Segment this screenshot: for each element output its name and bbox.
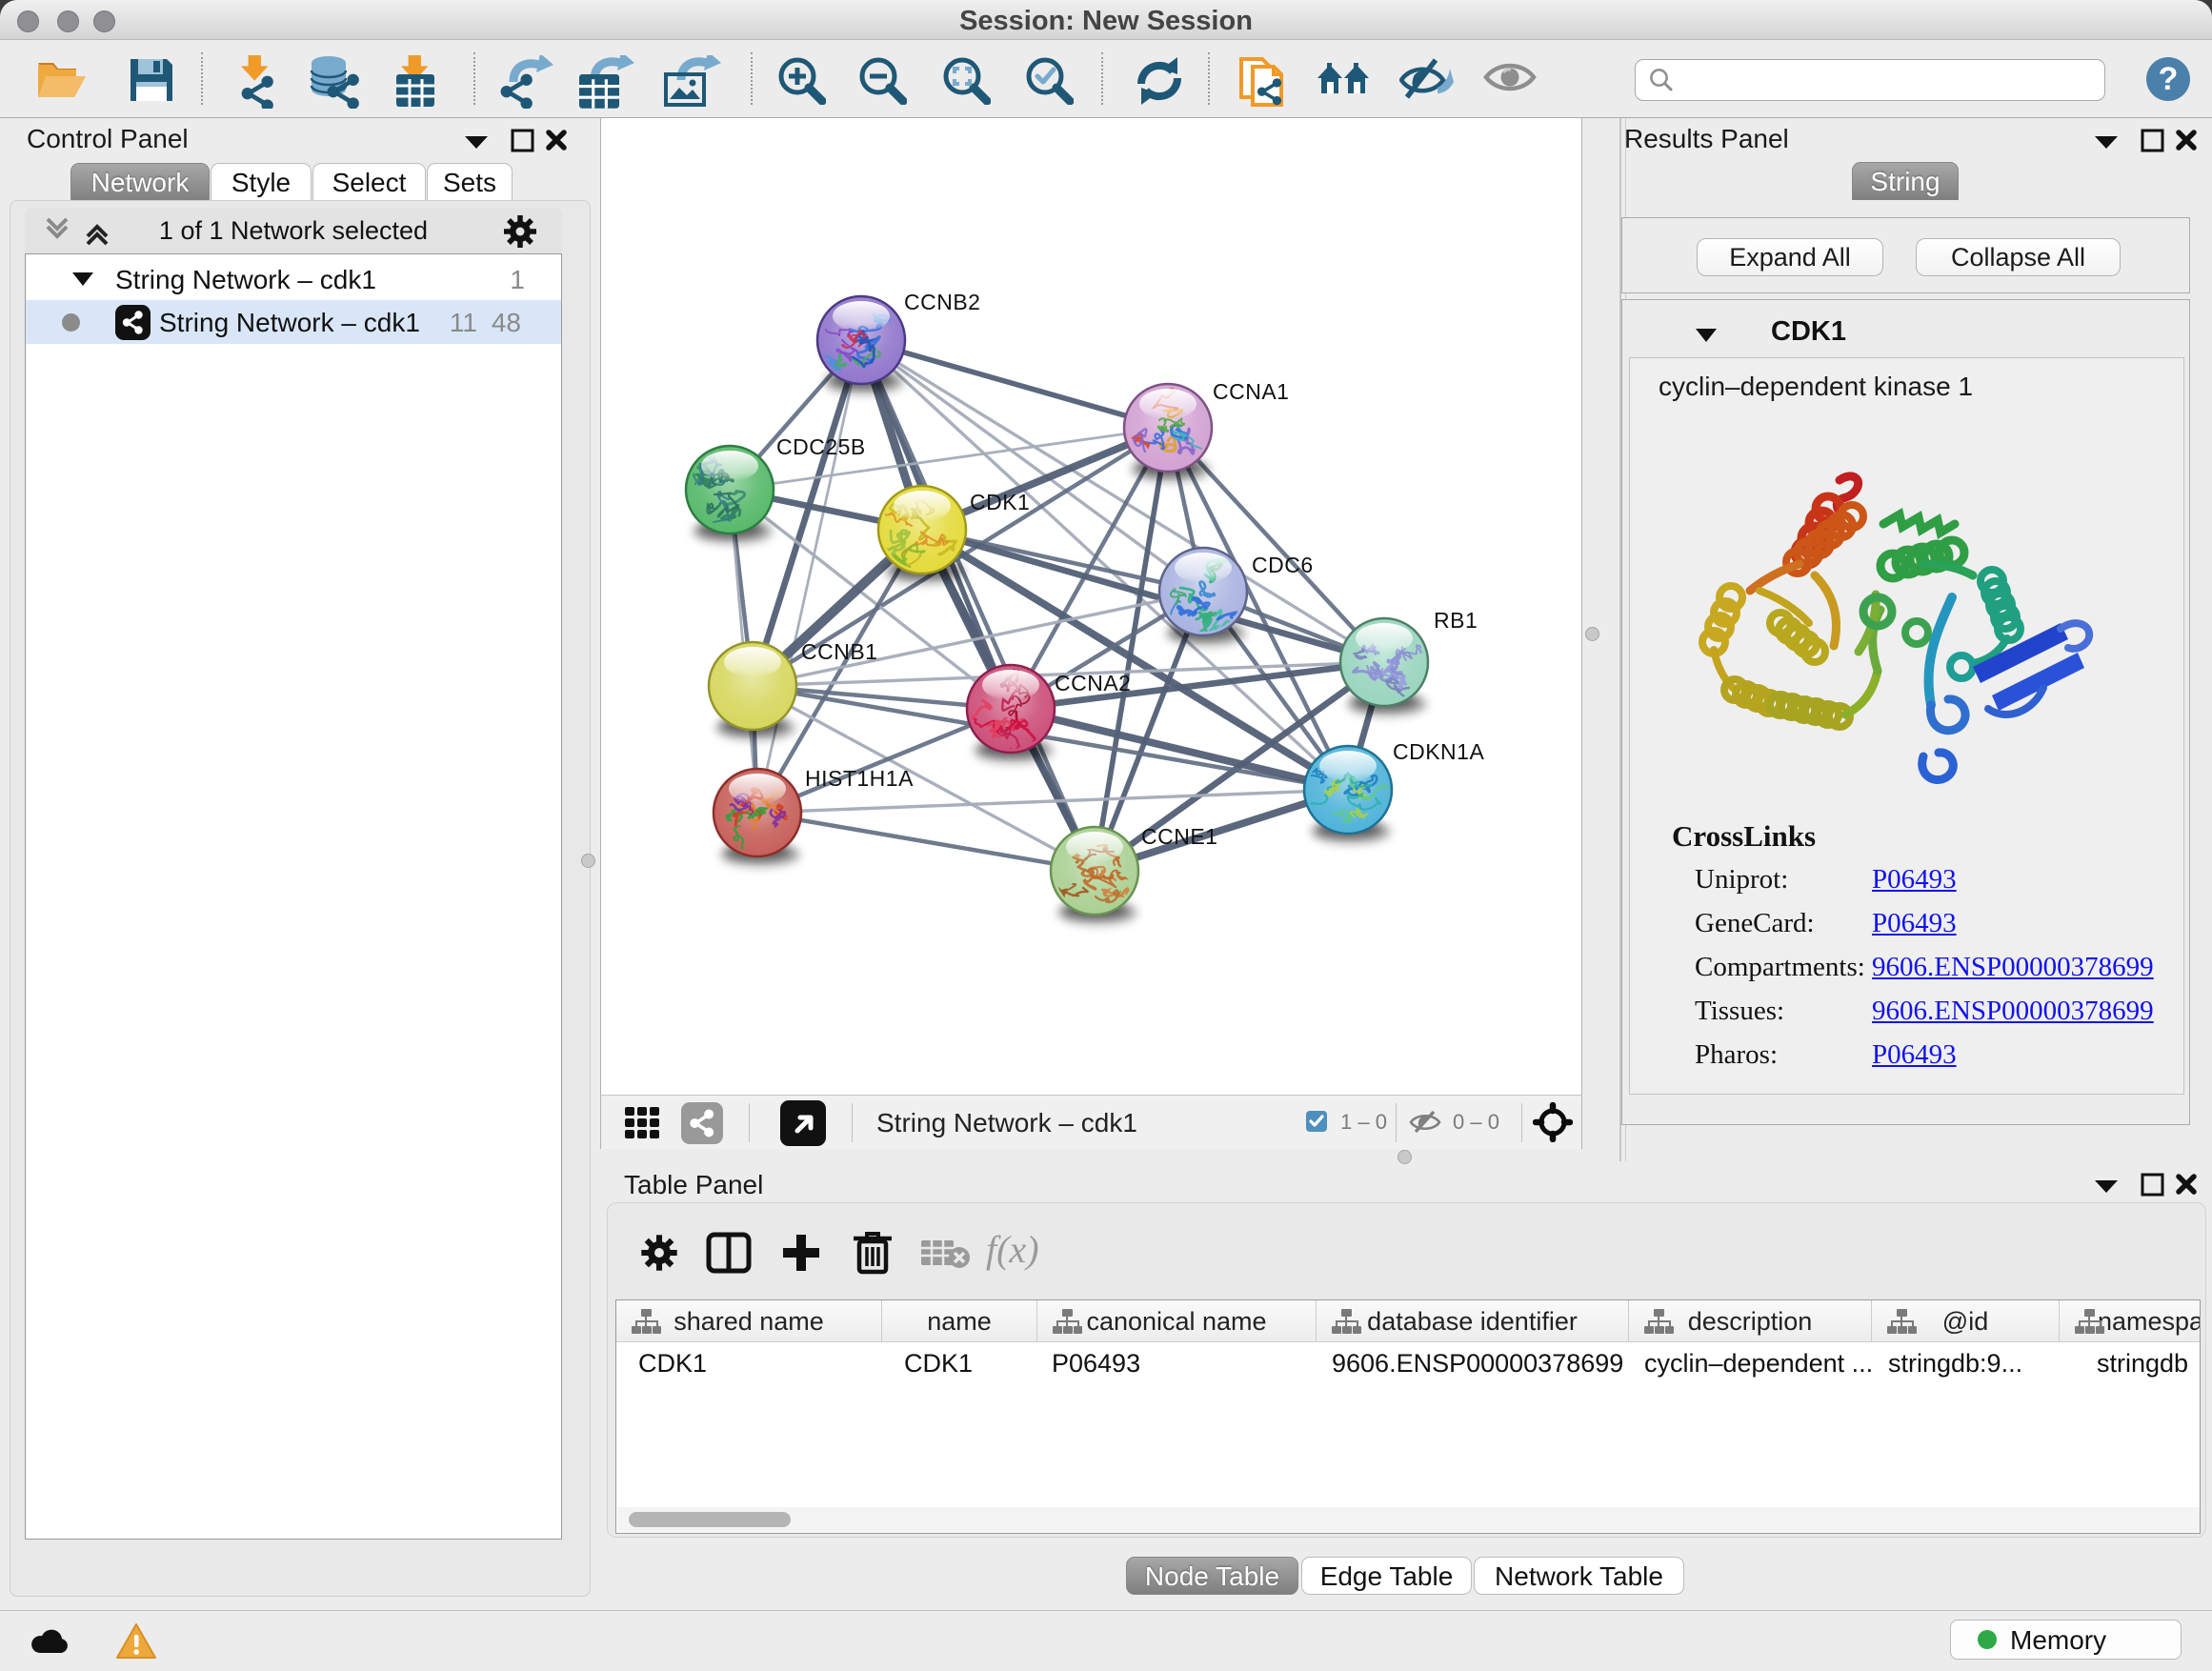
svg-text:RB1: RB1	[1434, 608, 1478, 633]
svg-text:CDK1: CDK1	[970, 490, 1030, 514]
svg-text:CDC25B: CDC25B	[776, 434, 866, 459]
svg-text:CCNB2: CCNB2	[904, 290, 980, 314]
svg-text:CDKN1A: CDKN1A	[1393, 739, 1484, 764]
svg-text:CCNB1: CCNB1	[801, 639, 877, 664]
svg-text:CCNA2: CCNA2	[1055, 671, 1131, 695]
svg-text:CCNA1: CCNA1	[1213, 379, 1289, 404]
svg-text:HIST1H1A: HIST1H1A	[805, 766, 914, 791]
svg-text:CCNE1: CCNE1	[1141, 824, 1217, 849]
svg-text:CDC6: CDC6	[1252, 553, 1314, 577]
